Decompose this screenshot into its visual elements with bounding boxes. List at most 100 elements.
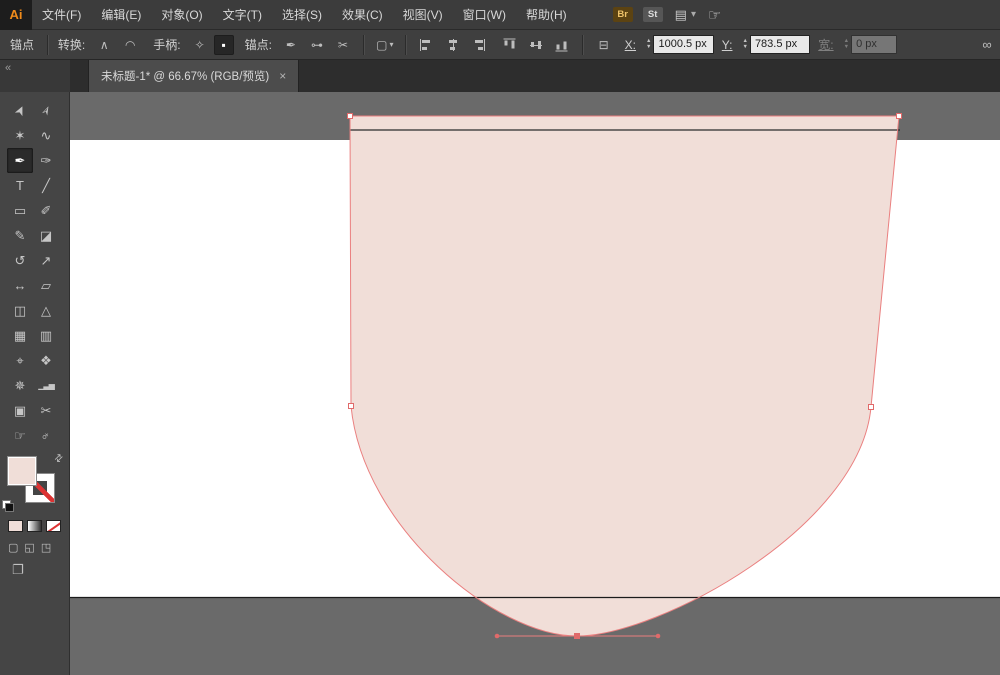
- rotate-tool[interactable]: ↺: [7, 248, 33, 273]
- gradient-tool[interactable]: ▥: [33, 323, 59, 348]
- close-tab-icon[interactable]: ×: [279, 69, 286, 83]
- eyedropper-tool[interactable]: ⌖: [7, 348, 33, 373]
- eraser-tool[interactable]: ◪: [33, 223, 59, 248]
- stock-button[interactable]: St: [643, 7, 663, 22]
- convert-to-corner-button[interactable]: ∧: [92, 35, 116, 55]
- hide-handles-button[interactable]: ▪: [214, 35, 234, 55]
- curvature-tool[interactable]: ✑: [33, 148, 59, 173]
- draw-mode-buttons: ▢ ◱ ◳: [8, 541, 69, 554]
- anchors-label: 锚点:: [245, 36, 272, 53]
- caret-down-icon: ▾: [390, 40, 394, 49]
- artboard-tool[interactable]: ▣: [7, 398, 33, 423]
- y-stepper[interactable]: [742, 39, 747, 50]
- blend-tool[interactable]: ❖: [33, 348, 59, 373]
- menu-bar: Ai 文件(F) 编辑(E) 对象(O) 文字(T) 选择(S) 效果(C) 视…: [0, 0, 1000, 30]
- menu-object[interactable]: 对象(O): [151, 0, 212, 30]
- workspace-switcher-icon[interactable]: ▤: [675, 7, 687, 23]
- magic-wand-tool[interactable]: ✶: [7, 123, 33, 148]
- separator: [47, 35, 49, 55]
- document-tab[interactable]: 未标题-1* @ 66.67% (RGB/预览) ×: [88, 60, 299, 92]
- align-to-dropdown[interactable]: ⊟: [592, 35, 616, 55]
- align-horizontal-center-button[interactable]: [441, 35, 465, 55]
- align-left-icon: [420, 39, 433, 51]
- selection-type-label: 锚点: [10, 36, 34, 53]
- menu-edit[interactable]: 编辑(E): [91, 0, 151, 30]
- align-center-icon: [447, 39, 459, 51]
- swap-fill-stroke-icon[interactable]: ⇄: [52, 452, 66, 466]
- align-right-icon: [472, 39, 485, 51]
- anchor-top-left[interactable]: [348, 114, 353, 119]
- align-vertical-top-button[interactable]: [498, 35, 522, 55]
- separator: [582, 35, 584, 55]
- width-tool[interactable]: ↔: [7, 273, 33, 298]
- draw-behind-button[interactable]: ◱: [24, 541, 34, 554]
- menu-file[interactable]: 文件(F): [32, 0, 91, 30]
- align-vertical-bottom-button[interactable]: [550, 35, 574, 55]
- y-input[interactable]: 783.5 px: [750, 35, 810, 54]
- anchor-bottom-selected[interactable]: [575, 634, 580, 639]
- menu-type[interactable]: 文字(T): [213, 0, 272, 30]
- fill-swatch[interactable]: [7, 456, 37, 486]
- lasso-tool[interactable]: ∿: [33, 123, 59, 148]
- menu-effect[interactable]: 效果(C): [332, 0, 393, 30]
- align-vertical-center-button[interactable]: [524, 35, 548, 55]
- illustrator-window: Ai 文件(F) 编辑(E) 对象(O) 文字(T) 选择(S) 效果(C) 视…: [0, 0, 1000, 675]
- x-input[interactable]: 1000.5 px: [653, 35, 713, 54]
- menu-view[interactable]: 视图(V): [393, 0, 453, 30]
- draw-normal-button[interactable]: ▢: [8, 541, 18, 554]
- type-tool[interactable]: T: [7, 173, 33, 198]
- handle-left-endpoint[interactable]: [495, 634, 500, 639]
- default-fill-stroke-icon[interactable]: [2, 500, 14, 512]
- connect-endpoints-button[interactable]: ⊶: [305, 35, 329, 55]
- touch-workspace-icon[interactable]: ☞: [708, 6, 721, 24]
- handle-right-endpoint[interactable]: [656, 634, 661, 639]
- anchor-top-right[interactable]: [897, 114, 902, 119]
- isolate-icon: ▢: [376, 38, 387, 52]
- shape-builder-tool[interactable]: ◫: [7, 298, 33, 323]
- y-label: Y:: [722, 38, 733, 52]
- color-button[interactable]: [8, 520, 23, 532]
- rectangle-tool[interactable]: ▭: [7, 198, 33, 223]
- gradient-button[interactable]: [27, 520, 42, 532]
- canvas-area: [70, 92, 1000, 675]
- paintbrush-tool[interactable]: ✐: [33, 198, 59, 223]
- column-graph-tool[interactable]: ▁▃▅: [33, 373, 59, 398]
- canvas-svg: [70, 92, 1000, 675]
- scale-tool[interactable]: ↗: [33, 248, 59, 273]
- align-horizontal-left-button[interactable]: [415, 35, 439, 55]
- remove-anchor-button[interactable]: ✒: [279, 35, 303, 55]
- menu-select[interactable]: 选择(S): [272, 0, 332, 30]
- link-dimensions-icon[interactable]: ∞: [975, 35, 999, 55]
- separator: [363, 35, 365, 55]
- line-segment-tool[interactable]: ╱: [33, 173, 59, 198]
- x-stepper[interactable]: [646, 39, 651, 50]
- align-bottom-icon: [556, 38, 568, 51]
- perspective-grid-tool[interactable]: △: [33, 298, 59, 323]
- pen-tool[interactable]: ✒: [7, 148, 33, 173]
- cut-path-button[interactable]: ✂: [331, 35, 355, 55]
- none-button[interactable]: [46, 520, 61, 532]
- show-handles-button[interactable]: ✧: [188, 35, 212, 55]
- align-horizontal-right-button[interactable]: [467, 35, 491, 55]
- symbol-sprayer-tool[interactable]: ✵: [7, 373, 33, 398]
- isolate-selection-button[interactable]: ▢ ▾: [373, 35, 397, 55]
- anchor-left-mid[interactable]: [349, 404, 354, 409]
- menu-help[interactable]: 帮助(H): [516, 0, 577, 30]
- handles-label: 手柄:: [153, 36, 180, 53]
- convert-to-smooth-button[interactable]: ◠: [118, 35, 142, 55]
- color-mode-buttons: [8, 520, 69, 532]
- mesh-tool[interactable]: ▦: [7, 323, 33, 348]
- collapse-panel-icon[interactable]: «: [5, 62, 11, 74]
- screen-mode-button[interactable]: ❐: [12, 562, 69, 578]
- x-label: X:: [625, 38, 636, 52]
- separator: [405, 35, 407, 55]
- anchor-right-mid[interactable]: [869, 405, 874, 410]
- free-transform-tool[interactable]: ▱: [33, 273, 59, 298]
- tools-panel: ➤ ➢ ✶ ∿ ✒ ✑ T ╱ ▭ ✐ ✎ ◪ ↺ ↗ ↔ ▱ ◫ △ ▦ ▥ …: [0, 92, 70, 675]
- bridge-button[interactable]: Br: [613, 7, 633, 22]
- menu-window[interactable]: 窗口(W): [453, 0, 516, 30]
- document-tab-title: 未标题-1* @ 66.67% (RGB/预览): [101, 68, 269, 84]
- draw-inside-button[interactable]: ◳: [41, 541, 51, 554]
- chevron-down-icon[interactable]: ▾: [691, 9, 696, 20]
- pencil-tool[interactable]: ✎: [7, 223, 33, 248]
